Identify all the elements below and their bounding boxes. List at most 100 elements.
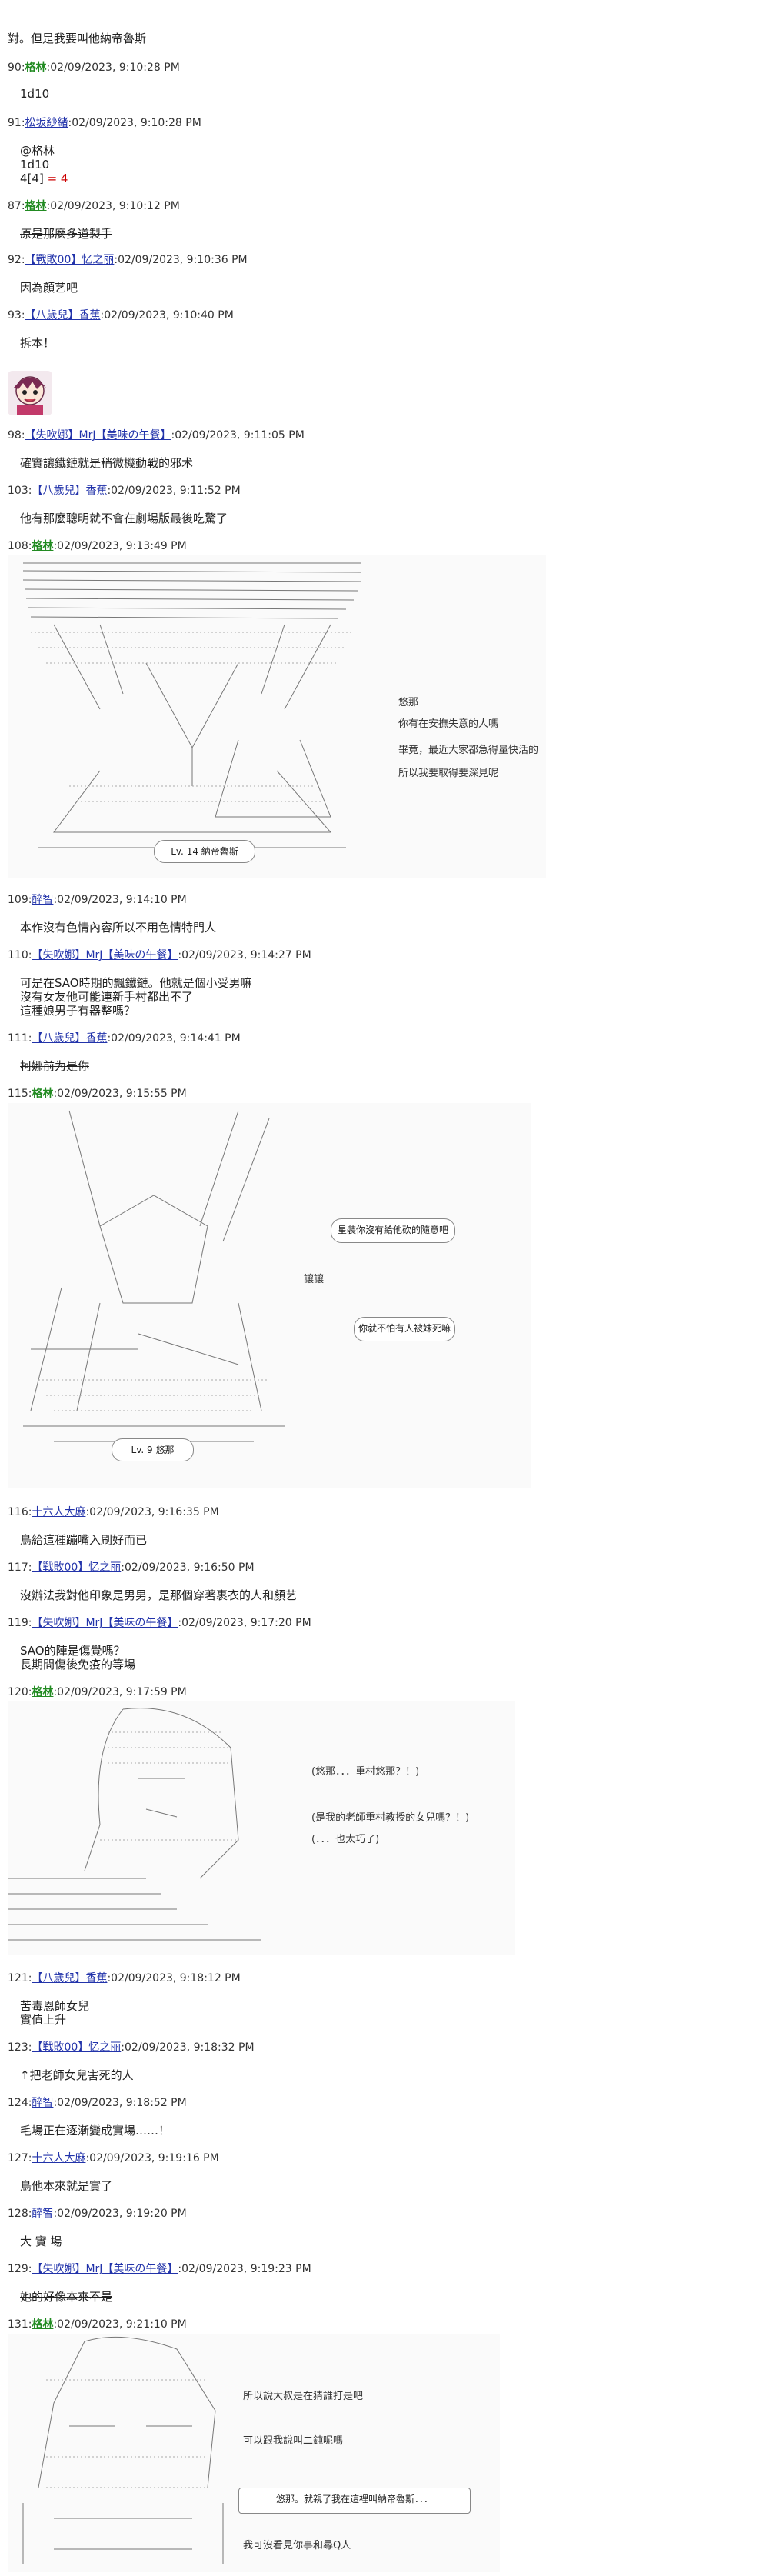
post-number[interactable]: 124 [8,2097,28,2109]
post-number[interactable]: 110 [8,949,28,961]
poster-name[interactable]: 【八歲兒】香蕉 [32,485,107,497]
poster-name[interactable]: 【戰敗00】忆之丽 [32,1561,121,1574]
post-number[interactable]: 103 [8,485,28,497]
post-header: 91:松坂紗緒:02/09/2023, 9:10:28 PM [8,117,201,129]
post-number[interactable]: 129 [8,2263,28,2275]
speech-bubble: 星裝你沒有給他砍的隨意吧 [331,1218,455,1243]
poster-name[interactable]: 格林 [32,1686,53,1698]
post-number[interactable]: 128 [8,2208,28,2220]
post-body: 這種娘男子有器整嗎？ [20,1004,136,1018]
post-number[interactable]: 91 [8,117,22,129]
post-body: 他有那麼聰明就不會在劇場版最後吃驚了 [20,512,228,525]
post-header: 90:格林:02/09/2023, 9:10:28 PM [8,62,180,74]
post-header: 124:醉智:02/09/2023, 9:18:52 PM [8,2097,187,2109]
poster-name[interactable]: 十六人大麻 [32,2152,85,2164]
poster-name[interactable]: 【失吹娜】MrJ【美味の午餐】 [32,1617,178,1629]
dice-roll-result: = 4 [47,172,68,185]
dice-roll-detail: 4[4] [20,172,44,185]
poster-name[interactable]: 【戰敗00】忆之丽 [25,254,115,266]
post-date: 02/09/2023, 9:19:16 PM [89,2152,219,2164]
post-header: 119:【失吹娜】MrJ【美味の午餐】:02/09/2023, 9:17:20 … [8,1617,311,1629]
post-header: 121:【八歲兒】香蕉:02/09/2023, 9:18:12 PM [8,1972,241,1984]
post-body: 毛場正在逐漸變成實場……！ [20,2124,171,2138]
post-number[interactable]: 87 [8,200,22,212]
post-date: 02/09/2023, 9:10:28 PM [72,117,201,129]
post-date: 02/09/2023, 9:15:55 PM [57,1088,187,1100]
post-body: 原是那麼多道製手 [20,227,113,241]
post-number[interactable]: 115 [8,1088,28,1100]
aa-text: 所以說大叔是在猜誰打是吧 [243,2391,364,2402]
poster-name[interactable]: 【八歲兒】香蕉 [32,1032,107,1045]
post-header: 92:【戰敗00】忆之丽:02/09/2023, 9:10:36 PM [8,254,248,266]
aa-text: 悠那 [398,697,419,708]
post-date: 02/09/2023, 9:10:28 PM [50,62,180,74]
poster-name[interactable]: 【失吹娜】MrJ【美味の午餐】 [25,429,171,442]
post-body: 確實讓鐵鏈就是稍微機動戰的邪术 [20,456,194,470]
post-date: 02/09/2023, 9:17:20 PM [181,1617,311,1629]
post-header: 98:【失吹娜】MrJ【美味の午餐】:02/09/2023, 9:11:05 P… [8,429,305,442]
post-date: 02/09/2023, 9:19:20 PM [57,2208,187,2220]
poster-name[interactable]: 格林 [25,200,47,212]
post-date: 02/09/2023, 9:14:10 PM [57,894,187,906]
post-date: 02/09/2023, 9:14:41 PM [111,1032,241,1045]
post-number[interactable]: 131 [8,2318,28,2331]
sticker-image [8,371,52,415]
post-number[interactable]: 93 [8,309,22,322]
post-number[interactable]: 120 [8,1686,28,1698]
post-date: 02/09/2023, 9:19:23 PM [181,2263,311,2275]
ascii-art-scene-1: 悠那 你有在安撫失意的人嗎 畢竟，最近大家都急得量快活的 所以我要取得要深見呢 … [8,555,546,878]
post-header: 115:格林:02/09/2023, 9:15:55 PM [8,1088,187,1100]
post-date: 02/09/2023, 9:18:32 PM [125,2041,255,2054]
post-number[interactable]: 109 [8,894,28,906]
poster-name[interactable]: 松坂紗緒 [25,117,68,129]
post-number[interactable]: 119 [8,1617,28,1629]
poster-name[interactable]: 格林 [32,2318,53,2331]
post-body: 1d10 [20,87,50,101]
post-header: 109:醉智:02/09/2023, 9:14:10 PM [8,894,187,906]
post-date: 02/09/2023, 9:10:36 PM [118,254,248,266]
post-header: 116:十六人大麻:02/09/2023, 9:16:35 PM [8,1506,219,1518]
post-number[interactable]: 121 [8,1972,28,1984]
post-body: 柯娜前为是你 [20,1059,90,1073]
post-number[interactable]: 111 [8,1032,28,1045]
post-number[interactable]: 116 [8,1506,28,1518]
post-date: 02/09/2023, 9:10:12 PM [50,200,180,212]
post-number[interactable]: 123 [8,2041,28,2054]
post-number[interactable]: 127 [8,2152,28,2164]
ascii-art-scene-4: 所以說大叔是在猜誰打是吧 可以跟我說叫二鈍呢嗎 悠那。就親了我在這裡叫納帝魯斯．… [8,2334,500,2572]
speech-bubble: 你就不怕有人被妹死嘛 [354,1317,455,1341]
post-header: 129:【失吹娜】MrJ【美味の午餐】:02/09/2023, 9:19:23 … [8,2263,311,2275]
post-number[interactable]: 108 [8,540,28,552]
level-badge: Lv. 9 悠那 [112,1438,194,1461]
poster-name[interactable]: 醉智 [32,2097,53,2109]
post-number[interactable]: 92 [8,254,22,266]
post-date: 02/09/2023, 9:21:10 PM [57,2318,187,2331]
poster-name[interactable]: 【八歲兒】香蕉 [25,309,101,322]
dice-roll: 4[4] = 4 [20,171,68,186]
post-number[interactable]: 98 [8,429,22,442]
post-date: 02/09/2023, 9:10:40 PM [104,309,234,322]
poster-name[interactable]: 【戰敗00】忆之丽 [32,2041,121,2054]
poster-name[interactable]: 醉智 [32,894,53,906]
poster-name[interactable]: 格林 [32,1088,53,1100]
poster-name[interactable]: 【八歲兒】香蕉 [32,1972,107,1984]
post-body: 鳥他本來就是實了 [20,2179,113,2193]
poster-name[interactable]: 【失吹娜】MrJ【美味の午餐】 [32,2263,178,2275]
post-body: 苦毒恩師女兒 [20,1999,90,2013]
post-number[interactable]: 90 [8,62,22,74]
post-date: 02/09/2023, 9:11:05 PM [175,429,305,442]
poster-name[interactable]: 十六人大麻 [32,1506,85,1518]
post-number[interactable]: 117 [8,1561,28,1574]
poster-name[interactable]: 醉智 [32,2208,53,2220]
poster-name[interactable]: 格林 [25,62,47,74]
poster-name[interactable]: 【失吹娜】MrJ【美味の午餐】 [32,949,178,961]
ascii-art-scene-2: 星裝你沒有給他砍的隨意吧 讓讓 你就不怕有人被妹死嘛 Lv. 9 悠那 [8,1103,531,1488]
ascii-art-figure [23,1110,285,1442]
post-body: 實值上升 [20,2013,67,2027]
aa-text: (悠那．．．重村悠那？！) [311,1766,420,1778]
aa-text: (是我的老師重村教授的女兒嗎？！) [311,1812,470,1824]
poster-name[interactable]: 格林 [32,540,53,552]
post-header: 128:醉智:02/09/2023, 9:19:20 PM [8,2208,187,2220]
post-date: 02/09/2023, 9:14:27 PM [181,949,311,961]
post-date: 02/09/2023, 9:18:52 PM [57,2097,187,2109]
